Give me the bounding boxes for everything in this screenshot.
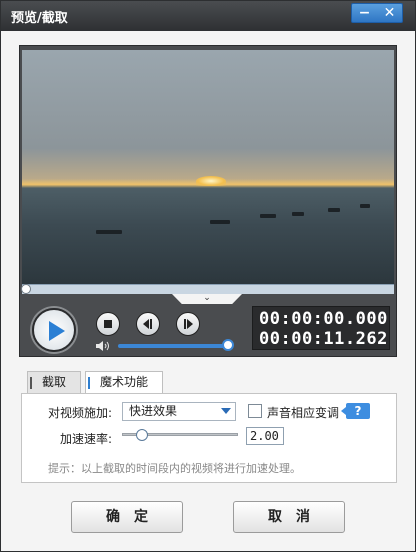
tab-strip: 截取 魔术功能	[27, 371, 167, 393]
help-icon[interactable]: ?	[341, 403, 370, 419]
play-icon	[49, 321, 65, 341]
next-frame-icon	[184, 319, 193, 329]
player-frame: ⌄ 00:00:00.000 00:00:11.262	[19, 45, 397, 357]
pitch-label[interactable]: 声音相应变调	[267, 404, 339, 421]
window-buttons: − ✕	[351, 3, 403, 23]
current-time: 00:00:00.000	[259, 309, 388, 329]
rate-label: 加速速率:	[60, 432, 113, 446]
window-title: 预览/截取	[11, 11, 68, 26]
collapse-toggle[interactable]: ⌄	[172, 294, 242, 304]
play-button[interactable]	[32, 308, 76, 352]
seek-bar[interactable]	[21, 284, 394, 294]
seek-thumb[interactable]	[21, 284, 31, 294]
tab-capture[interactable]: 截取	[27, 371, 82, 393]
boat	[292, 212, 304, 216]
minimize-button[interactable]: −	[352, 4, 377, 22]
boat	[210, 220, 230, 224]
total-time: 00:00:11.262	[259, 329, 388, 349]
effect-value: 快进效果	[129, 404, 178, 418]
next-frame-button[interactable]	[176, 312, 200, 336]
boat	[260, 214, 276, 218]
video-preview[interactable]	[22, 50, 394, 284]
title-bar: 预览/截取 − ✕	[1, 1, 415, 31]
cancel-button[interactable]: 取消	[233, 501, 345, 533]
preview-capture-window: 预览/截取 − ✕ ⌄ 00:00:00.000 00:00:11.262 截取…	[0, 0, 416, 552]
ok-button[interactable]: 确定	[71, 501, 183, 533]
volume-slider[interactable]	[118, 344, 226, 348]
boat	[96, 230, 122, 234]
sunset-glow	[196, 176, 226, 186]
chevron-down-icon	[221, 408, 231, 414]
prev-frame-button[interactable]	[136, 312, 160, 336]
pitch-checkbox[interactable]	[248, 404, 262, 418]
tab-magic-functions[interactable]: 魔术功能	[85, 371, 164, 393]
speaker-icon[interactable]	[96, 340, 112, 352]
close-button[interactable]: ✕	[377, 4, 402, 22]
timecode-display: 00:00:00.000 00:00:11.262	[252, 306, 390, 350]
stop-button[interactable]	[96, 312, 120, 336]
volume-thumb[interactable]	[222, 339, 234, 351]
stop-icon	[104, 320, 112, 328]
boat	[328, 208, 340, 212]
rate-thumb[interactable]	[136, 429, 148, 441]
hint-text: 提示：以上截取的时间段内的视频将进行加速处理。	[48, 462, 301, 475]
magic-panel: 对视频施加: 快进效果 声音相应变调 ? 加速速率: 2.00 提示：以上截取的…	[21, 393, 397, 483]
prev-frame-icon	[143, 319, 152, 329]
boat	[360, 204, 370, 208]
apply-label: 对视频施加:	[48, 406, 113, 420]
effect-select[interactable]: 快进效果	[122, 402, 236, 421]
rate-input[interactable]: 2.00	[246, 427, 284, 445]
